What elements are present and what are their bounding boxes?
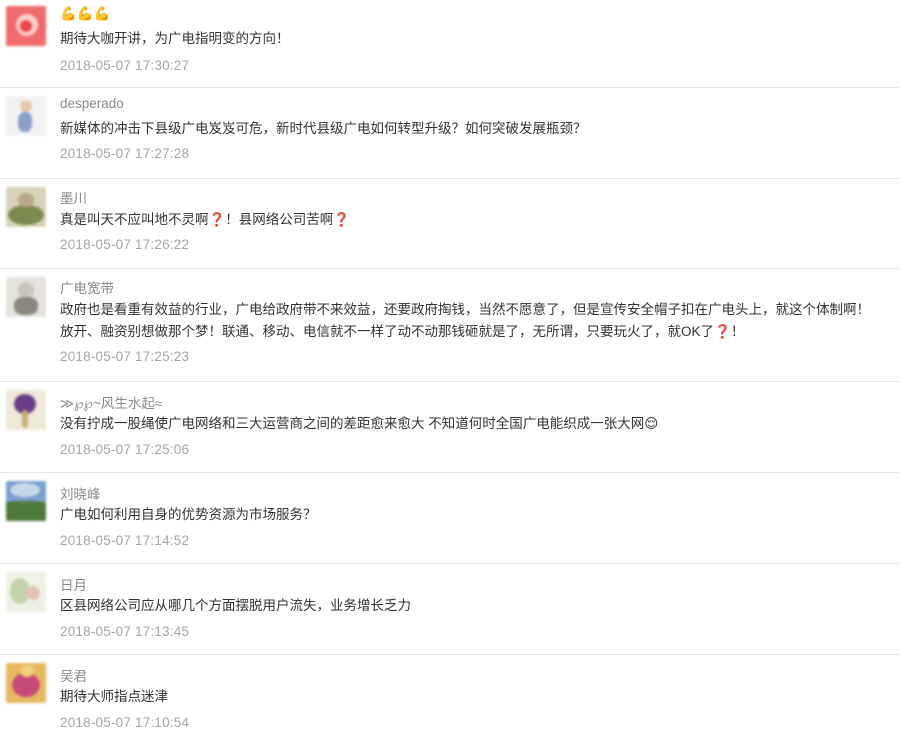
comment-text: 期待大师指点迷津 [60,689,168,704]
comment-timestamp: 2018-05-07 17:25:06 [60,442,190,457]
comment-text: 区县网络公司应从哪几个方面摆脱用户流失，业务增长乏力 [60,598,411,613]
comment-list: 💪💪💪 期待大咖开讲，为广电指明变的方向！ 2018-05-07 17:30:2… [0,0,900,745]
comment-nickname[interactable]: 刘晓峰 [60,483,101,503]
comment-text: 广电如何利用自身的优势资源为市场服务？ [60,507,317,522]
comment-nickname[interactable]: 💪💪💪 [60,6,110,22]
comment-text: 期待大咖开讲，为广电指明变的方向！ [60,31,290,46]
comment-text: 新媒体的冲击下县级广电岌岌可危，新时代县级广电如何转型升级？如何突破发展瓶颈？ [60,121,587,136]
comment-text: 真是叫天不应叫地不灵啊❓！县网络公司苦啊❓ [60,212,351,227]
comment-text: 政府也是看重有效益的行业，广电给政府带不来效益，还要政府掏钱，当然不愿意了，但是… [60,302,870,339]
avatar[interactable] [6,663,46,703]
avatar[interactable] [6,481,46,521]
avatar[interactable] [6,277,46,317]
comment-timestamp: 2018-05-07 17:26:22 [60,237,190,252]
comment-item: 吴君 期待大师指点迷津 2018-05-07 17:10:54 [0,655,900,745]
comment-nickname[interactable]: 吴君 [60,665,87,685]
comment-timestamp: 2018-05-07 17:25:23 [60,349,190,364]
comment-item: 墨川 真是叫天不应叫地不灵啊❓！县网络公司苦啊❓ 2018-05-07 17:2… [0,179,900,269]
comment-item: 刘晓峰 广电如何利用自身的优势资源为市场服务？ 2018-05-07 17:14… [0,473,900,564]
comment-timestamp: 2018-05-07 17:30:27 [60,58,190,73]
comment-text: 没有拧成一股绳使广电网络和三大运营商之间的差距愈来愈大 不知道何时全国广电能织成… [60,416,659,431]
comment-timestamp: 2018-05-07 17:13:45 [60,624,190,639]
comment-nickname[interactable]: ≫℘℘~风生水起≈ [60,392,162,412]
comment-timestamp: 2018-05-07 17:10:54 [60,715,190,730]
comment-item: 日月 区县网络公司应从哪几个方面摆脱用户流失，业务增长乏力 2018-05-07… [0,564,900,655]
avatar[interactable] [6,390,46,430]
comment-item: desperado 新媒体的冲击下县级广电岌岌可危，新时代县级广电如何转型升级？… [0,88,900,179]
comment-timestamp: 2018-05-07 17:27:28 [60,146,190,161]
avatar[interactable] [6,572,46,612]
avatar[interactable] [6,187,46,227]
comment-nickname[interactable]: 墨川 [60,187,87,207]
avatar[interactable] [6,96,46,136]
comment-item: 广电宽带 政府也是看重有效益的行业，广电给政府带不来效益，还要政府掏钱，当然不愿… [0,269,900,382]
comment-timestamp: 2018-05-07 17:14:52 [60,533,190,548]
comment-item: ≫℘℘~风生水起≈ 没有拧成一股绳使广电网络和三大运营商之间的差距愈来愈大 不知… [0,382,900,473]
comment-item: 💪💪💪 期待大咖开讲，为广电指明变的方向！ 2018-05-07 17:30:2… [0,0,900,88]
avatar[interactable] [6,6,46,46]
comment-nickname[interactable]: 日月 [60,574,87,594]
comment-nickname[interactable]: desperado [60,96,124,111]
comment-nickname[interactable]: 广电宽带 [60,277,114,297]
